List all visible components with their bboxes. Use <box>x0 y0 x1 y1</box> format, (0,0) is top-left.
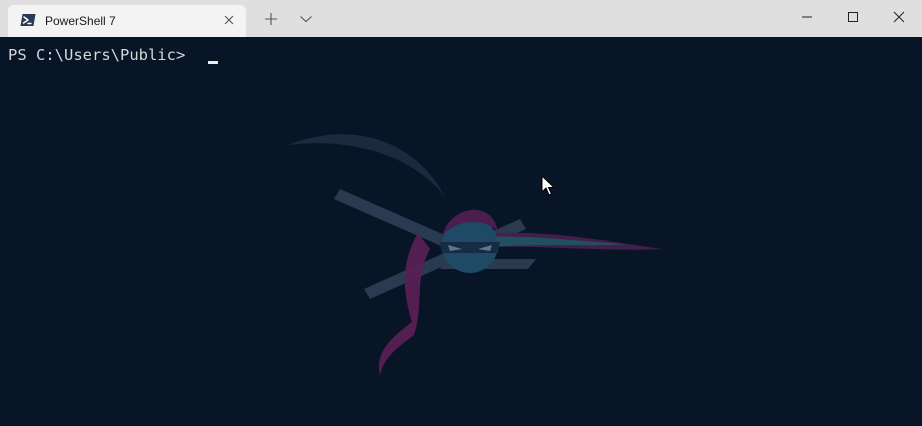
maximize-icon <box>847 10 859 28</box>
powershell-icon <box>20 13 36 27</box>
prompt-text: PS C:\Users\Public> <box>8 46 195 64</box>
ninja-cat-backdrop <box>288 134 662 375</box>
minimize-button[interactable] <box>784 0 830 37</box>
title-bar[interactable]: PowerShell 7 <box>0 0 922 37</box>
text-cursor <box>208 61 218 64</box>
terminal-window: PowerShell 7 PS C:\Users\Public> <box>0 0 922 426</box>
terminal-pane[interactable]: PS C:\Users\Public> <box>0 37 922 426</box>
tab-powershell[interactable]: PowerShell 7 <box>8 5 246 37</box>
tab-close-icon[interactable] <box>222 13 236 27</box>
tab-title: PowerShell 7 <box>45 14 116 28</box>
close-icon <box>893 10 905 28</box>
chevron-down-icon[interactable] <box>297 10 315 28</box>
plus-icon[interactable] <box>262 10 280 28</box>
maximize-button[interactable] <box>830 0 876 37</box>
mouse-pointer-icon <box>541 174 556 197</box>
minimize-icon <box>801 10 813 28</box>
close-button[interactable] <box>876 0 922 37</box>
